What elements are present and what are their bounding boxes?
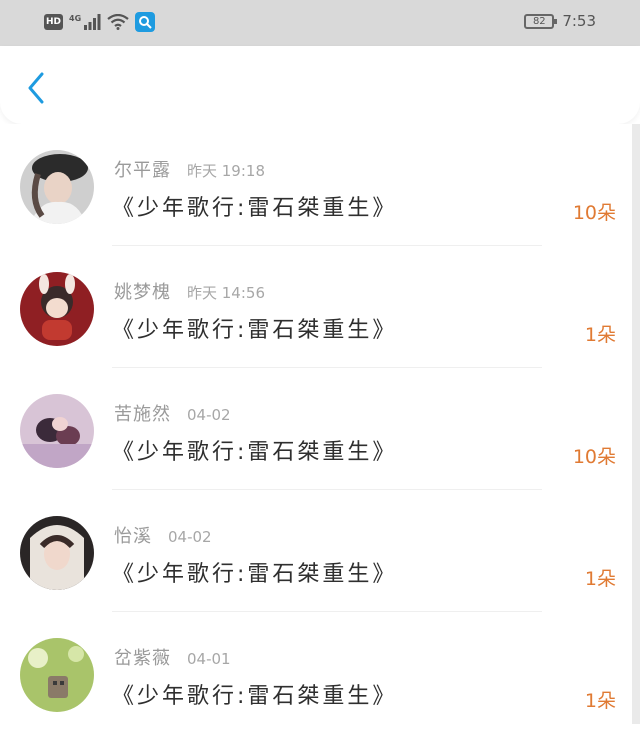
flower-count: 1朵 xyxy=(584,568,616,590)
chevron-left-icon xyxy=(28,72,44,104)
clock: 7:53 xyxy=(562,12,596,30)
avatar[interactable] xyxy=(20,638,94,712)
gift-record-list: 尔平露 昨天 19:18 《少年歌行:雷石桀重生》 10朵 姚梦槐 昨天 14:… xyxy=(0,124,640,724)
avatar[interactable] xyxy=(20,150,94,224)
flower-count: 10朵 xyxy=(572,202,616,224)
flower-count: 1朵 xyxy=(584,690,616,712)
list-item[interactable]: 尔平露 昨天 19:18 《少年歌行:雷石桀重生》 10朵 xyxy=(0,124,632,246)
list-item[interactable]: 怡溪 04-02 《少年歌行:雷石桀重生》 1朵 xyxy=(0,490,632,612)
hd-badge: HD xyxy=(44,14,63,30)
book-title: 《少年歌行:雷石桀重生》 xyxy=(112,684,398,709)
battery-icon: 82 xyxy=(524,13,558,29)
avatar[interactable] xyxy=(20,272,94,346)
avatar[interactable] xyxy=(20,516,94,590)
book-title: 《少年歌行:雷石桀重生》 xyxy=(112,440,398,465)
search-app-icon xyxy=(135,12,156,32)
book-title: 《少年歌行:雷石桀重生》 xyxy=(112,318,398,343)
meta-line: 苦施然 04-02 xyxy=(114,400,231,426)
book-title: 《少年歌行:雷石桀重生》 xyxy=(112,196,398,221)
battery-level: 82 xyxy=(532,15,546,27)
status-left: HD 4G xyxy=(44,12,156,32)
timestamp: 04-02 xyxy=(187,406,231,424)
avatar[interactable] xyxy=(20,394,94,468)
scroll-edge xyxy=(632,124,640,724)
flower-count: 1朵 xyxy=(584,324,616,346)
status-bar: HD 4G 82 7:53 xyxy=(0,0,640,46)
list-item[interactable]: 苦施然 04-02 《少年歌行:雷石桀重生》 10朵 xyxy=(0,368,632,490)
timestamp: 昨天 19:18 xyxy=(187,162,265,180)
meta-line: 岔紫薇 04-01 xyxy=(114,644,231,670)
user-name: 苦施然 xyxy=(114,404,171,425)
wifi-icon xyxy=(107,14,129,30)
user-name: 姚梦槐 xyxy=(114,282,171,303)
user-name: 岔紫薇 xyxy=(114,648,171,669)
timestamp: 04-02 xyxy=(168,528,212,546)
timestamp: 昨天 14:56 xyxy=(187,284,265,302)
list-item[interactable]: 姚梦槐 昨天 14:56 《少年歌行:雷石桀重生》 1朵 xyxy=(0,246,632,368)
signal-icon xyxy=(84,14,101,30)
flower-count: 10朵 xyxy=(572,446,616,468)
meta-line: 姚梦槐 昨天 14:56 xyxy=(114,278,265,304)
user-name: 怡溪 xyxy=(114,526,152,547)
meta-line: 怡溪 04-02 xyxy=(114,522,212,548)
timestamp: 04-01 xyxy=(187,650,231,668)
meta-line: 尔平露 昨天 19:18 xyxy=(114,156,265,182)
network-type: 4G xyxy=(69,13,82,23)
book-title: 《少年歌行:雷石桀重生》 xyxy=(112,562,398,587)
nav-bar xyxy=(0,46,640,124)
status-right: 82 7:53 xyxy=(524,12,596,30)
list-item[interactable]: 岔紫薇 04-01 《少年歌行:雷石桀重生》 1朵 xyxy=(0,612,632,734)
user-name: 尔平露 xyxy=(114,160,171,181)
back-button[interactable] xyxy=(18,68,54,108)
